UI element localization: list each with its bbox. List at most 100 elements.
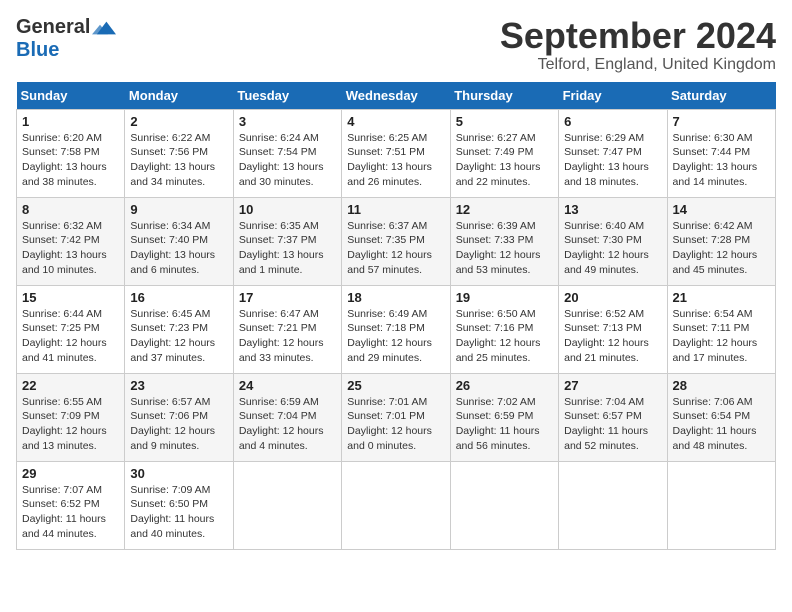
- day-info: Sunrise: 6:49 AM Sunset: 7:18 PM Dayligh…: [347, 307, 444, 366]
- day-number: 3: [239, 114, 336, 129]
- calendar-cell: [342, 461, 450, 549]
- day-number: 23: [130, 378, 227, 393]
- calendar-header-row: Sunday Monday Tuesday Wednesday Thursday…: [17, 82, 776, 110]
- day-info: Sunrise: 6:25 AM Sunset: 7:51 PM Dayligh…: [347, 131, 444, 190]
- day-number: 4: [347, 114, 444, 129]
- day-info: Sunrise: 6:45 AM Sunset: 7:23 PM Dayligh…: [130, 307, 227, 366]
- day-info: Sunrise: 6:54 AM Sunset: 7:11 PM Dayligh…: [673, 307, 770, 366]
- calendar-table: Sunday Monday Tuesday Wednesday Thursday…: [16, 82, 776, 550]
- calendar-cell: 14 Sunrise: 6:42 AM Sunset: 7:28 PM Dayli…: [667, 197, 775, 285]
- day-info: Sunrise: 6:42 AM Sunset: 7:28 PM Dayligh…: [673, 219, 770, 278]
- calendar-cell: 11Sunrise: 6:37 AM Sunset: 7:35 PM Dayli…: [342, 197, 450, 285]
- day-number: 14: [673, 202, 770, 217]
- day-number: 20: [564, 290, 661, 305]
- day-info: Sunrise: 6:47 AM Sunset: 7:21 PM Dayligh…: [239, 307, 336, 366]
- calendar-cell: 18 Sunrise: 6:49 AM Sunset: 7:18 PM Dayli…: [342, 285, 450, 373]
- day-number: 22: [22, 378, 119, 393]
- day-info: Sunrise: 6:32 AM Sunset: 7:42 PM Dayligh…: [22, 219, 119, 278]
- calendar-cell: 24Sunrise: 6:59 AM Sunset: 7:04 PM Dayli…: [233, 373, 341, 461]
- day-info: Sunrise: 6:24 AM Sunset: 7:54 PM Dayligh…: [239, 131, 336, 190]
- calendar-cell: 1 Sunrise: 6:20 AM Sunset: 7:58 PM Daylig…: [17, 109, 125, 197]
- calendar-cell: 8 Sunrise: 6:32 AM Sunset: 7:42 PM Daylig…: [17, 197, 125, 285]
- day-info: Sunrise: 6:55 AM Sunset: 7:09 PM Dayligh…: [22, 395, 119, 454]
- day-number: 7: [673, 114, 770, 129]
- week-row-1: 1 Sunrise: 6:20 AM Sunset: 7:58 PM Daylig…: [17, 109, 776, 197]
- day-info: Sunrise: 7:04 AM Sunset: 6:57 PM Dayligh…: [564, 395, 661, 454]
- day-info: Sunrise: 7:02 AM Sunset: 6:59 PM Dayligh…: [456, 395, 553, 454]
- day-number: 19: [456, 290, 553, 305]
- day-number: 15: [22, 290, 119, 305]
- calendar-cell: 28 Sunrise: 7:06 AM Sunset: 6:54 PM Dayli…: [667, 373, 775, 461]
- day-number: 29: [22, 466, 119, 481]
- calendar-cell: 12 Sunrise: 6:39 AM Sunset: 7:33 PM Dayli…: [450, 197, 558, 285]
- day-number: 18: [347, 290, 444, 305]
- day-number: 26: [456, 378, 553, 393]
- day-info: Sunrise: 6:40 AM Sunset: 7:30 PM Dayligh…: [564, 219, 661, 278]
- col-sunday: Sunday: [17, 82, 125, 110]
- logo-blue-text: Blue: [16, 39, 59, 61]
- calendar-cell: 2 Sunrise: 6:22 AM Sunset: 7:56 PM Daylig…: [125, 109, 233, 197]
- calendar-cell: 29Sunrise: 7:07 AM Sunset: 6:52 PM Dayli…: [17, 461, 125, 549]
- logo-icon: [92, 18, 116, 38]
- day-info: Sunrise: 6:29 AM Sunset: 7:47 PM Dayligh…: [564, 131, 661, 190]
- calendar-cell: [559, 461, 667, 549]
- calendar-cell: 13Sunrise: 6:40 AM Sunset: 7:30 PM Dayli…: [559, 197, 667, 285]
- day-number: 5: [456, 114, 553, 129]
- day-info: Sunrise: 7:01 AM Sunset: 7:01 PM Dayligh…: [347, 395, 444, 454]
- day-number: 17: [239, 290, 336, 305]
- day-info: Sunrise: 6:22 AM Sunset: 7:56 PM Dayligh…: [130, 131, 227, 190]
- day-number: 28: [673, 378, 770, 393]
- calendar-cell: [233, 461, 341, 549]
- day-info: Sunrise: 6:27 AM Sunset: 7:49 PM Dayligh…: [456, 131, 553, 190]
- calendar-cell: 30 Sunrise: 7:09 AM Sunset: 6:50 PM Dayli…: [125, 461, 233, 549]
- day-number: 21: [673, 290, 770, 305]
- calendar-cell: 21 Sunrise: 6:54 AM Sunset: 7:11 PM Dayli…: [667, 285, 775, 373]
- calendar-cell: 22 Sunrise: 6:55 AM Sunset: 7:09 PM Dayli…: [17, 373, 125, 461]
- day-info: Sunrise: 6:59 AM Sunset: 7:04 PM Dayligh…: [239, 395, 336, 454]
- calendar-cell: 27 Sunrise: 7:04 AM Sunset: 6:57 PM Dayli…: [559, 373, 667, 461]
- day-info: Sunrise: 6:44 AM Sunset: 7:25 PM Dayligh…: [22, 307, 119, 366]
- page-header: General Blue September 2024 Telford, Eng…: [16, 16, 776, 74]
- calendar-cell: 3 Sunrise: 6:24 AM Sunset: 7:54 PM Daylig…: [233, 109, 341, 197]
- week-row-5: 29Sunrise: 7:07 AM Sunset: 6:52 PM Dayli…: [17, 461, 776, 549]
- day-number: 30: [130, 466, 227, 481]
- day-number: 2: [130, 114, 227, 129]
- col-wednesday: Wednesday: [342, 82, 450, 110]
- calendar-cell: 9 Sunrise: 6:34 AM Sunset: 7:40 PM Daylig…: [125, 197, 233, 285]
- day-number: 8: [22, 202, 119, 217]
- calendar-cell: 19 Sunrise: 6:50 AM Sunset: 7:16 PM Dayli…: [450, 285, 558, 373]
- calendar-cell: 25Sunrise: 7:01 AM Sunset: 7:01 PM Dayli…: [342, 373, 450, 461]
- calendar-cell: 15 Sunrise: 6:44 AM Sunset: 7:25 PM Dayli…: [17, 285, 125, 373]
- title-block: September 2024 Telford, England, United …: [500, 16, 776, 74]
- location-text: Telford, England, United Kingdom: [500, 56, 776, 74]
- day-number: 12: [456, 202, 553, 217]
- day-info: Sunrise: 7:09 AM Sunset: 6:50 PM Dayligh…: [130, 483, 227, 542]
- day-number: 10: [239, 202, 336, 217]
- day-info: Sunrise: 7:06 AM Sunset: 6:54 PM Dayligh…: [673, 395, 770, 454]
- week-row-2: 8 Sunrise: 6:32 AM Sunset: 7:42 PM Daylig…: [17, 197, 776, 285]
- calendar-cell: 6 Sunrise: 6:29 AM Sunset: 7:47 PM Daylig…: [559, 109, 667, 197]
- day-number: 9: [130, 202, 227, 217]
- day-info: Sunrise: 6:37 AM Sunset: 7:35 PM Dayligh…: [347, 219, 444, 278]
- month-title: September 2024: [500, 16, 776, 56]
- day-number: 1: [22, 114, 119, 129]
- logo: General Blue: [16, 16, 118, 62]
- day-number: 16: [130, 290, 227, 305]
- calendar-cell: [667, 461, 775, 549]
- day-info: Sunrise: 6:20 AM Sunset: 7:58 PM Dayligh…: [22, 131, 119, 190]
- day-info: Sunrise: 6:57 AM Sunset: 7:06 PM Dayligh…: [130, 395, 227, 454]
- day-number: 6: [564, 114, 661, 129]
- day-info: Sunrise: 6:50 AM Sunset: 7:16 PM Dayligh…: [456, 307, 553, 366]
- day-info: Sunrise: 6:39 AM Sunset: 7:33 PM Dayligh…: [456, 219, 553, 278]
- col-saturday: Saturday: [667, 82, 775, 110]
- day-number: 27: [564, 378, 661, 393]
- col-friday: Friday: [559, 82, 667, 110]
- calendar-cell: 7Sunrise: 6:30 AM Sunset: 7:44 PM Daylig…: [667, 109, 775, 197]
- day-info: Sunrise: 6:34 AM Sunset: 7:40 PM Dayligh…: [130, 219, 227, 278]
- calendar-cell: 10Sunrise: 6:35 AM Sunset: 7:37 PM Dayli…: [233, 197, 341, 285]
- calendar-cell: 4 Sunrise: 6:25 AM Sunset: 7:51 PM Daylig…: [342, 109, 450, 197]
- calendar-cell: [450, 461, 558, 549]
- calendar-cell: 26 Sunrise: 7:02 AM Sunset: 6:59 PM Dayli…: [450, 373, 558, 461]
- calendar-cell: 5 Sunrise: 6:27 AM Sunset: 7:49 PM Daylig…: [450, 109, 558, 197]
- col-monday: Monday: [125, 82, 233, 110]
